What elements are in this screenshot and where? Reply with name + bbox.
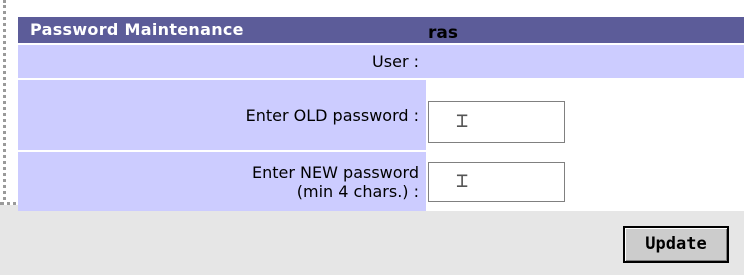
new-password-input[interactable] <box>428 162 565 202</box>
new-password-row: Enter NEW password (min 4 chars.) : <box>18 152 744 211</box>
text-cursor-icon: ⌶ <box>456 168 469 192</box>
new-password-label-line1: Enter NEW password <box>252 162 419 182</box>
new-password-label: Enter NEW password (min 4 chars.) : <box>18 152 422 211</box>
user-label: User : <box>372 52 419 71</box>
update-button[interactable]: Update <box>623 226 729 263</box>
dotted-divider <box>3 0 6 200</box>
old-password-input[interactable] <box>428 101 565 143</box>
user-value: ras <box>428 23 458 43</box>
password-form: Password Maintenance User : ras Enter OL… <box>18 17 744 211</box>
user-row: User : <box>18 45 744 78</box>
new-password-label-line2: (min 4 chars.) : <box>296 181 419 201</box>
form-panel: Password Maintenance User : ras Enter OL… <box>0 0 744 211</box>
form-title: Password Maintenance <box>18 17 744 43</box>
text-cursor-icon: ⌶ <box>456 108 469 132</box>
old-password-row: Enter OLD password : <box>18 80 744 150</box>
old-password-label: Enter OLD password : <box>245 105 419 125</box>
